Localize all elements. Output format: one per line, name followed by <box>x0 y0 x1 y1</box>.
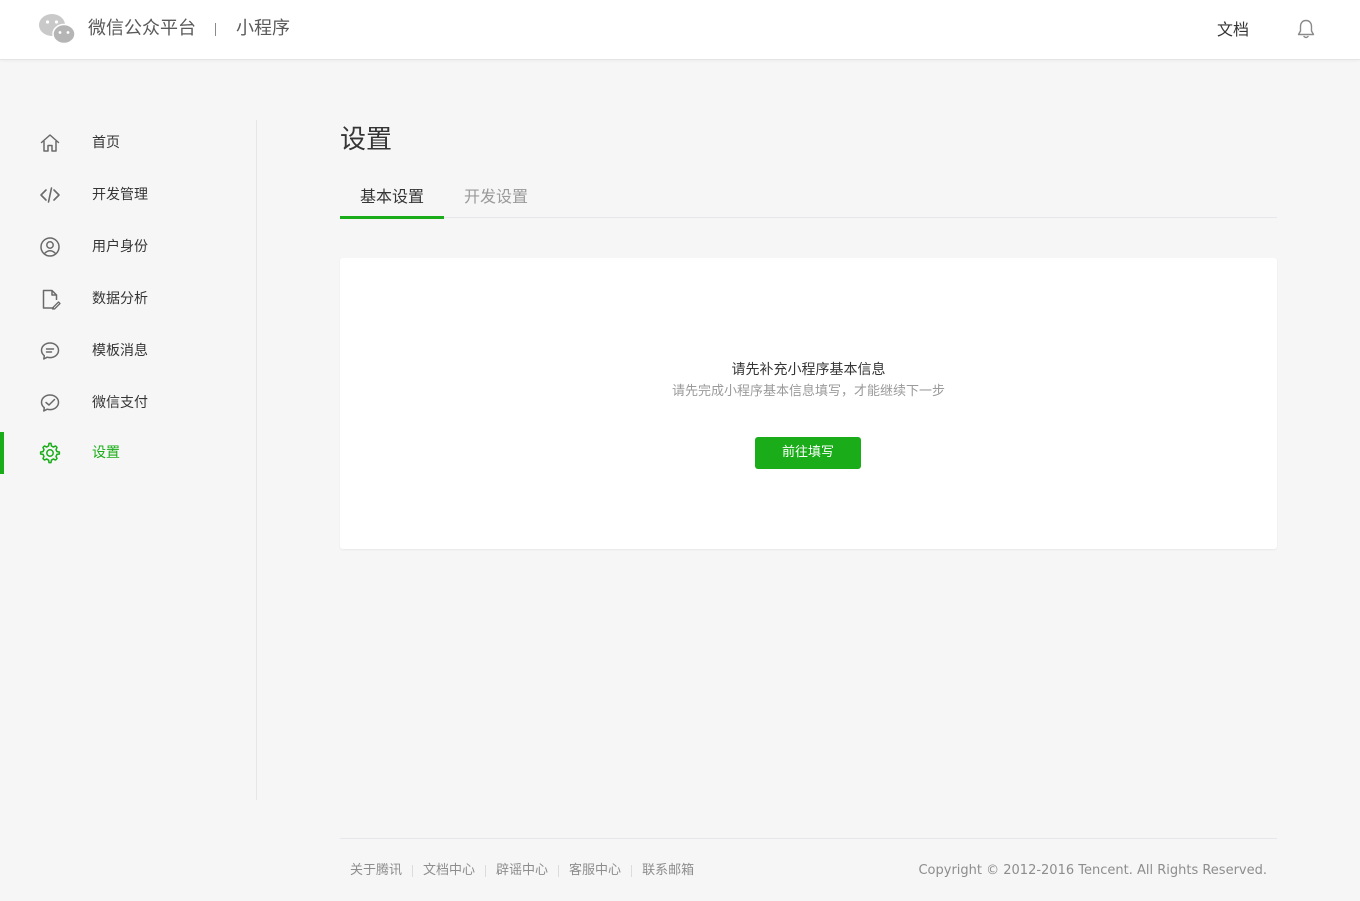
footer-link-contact-email[interactable]: 联系邮箱 <box>632 861 704 881</box>
code-icon <box>40 187 60 203</box>
page-title: 设置 <box>340 125 393 155</box>
page-footer: 关于腾讯 文档中心 辟谣中心 客服中心 联系邮箱 Copyright © 201… <box>340 838 1277 888</box>
brand-name[interactable]: 微信公众平台 <box>88 17 196 41</box>
go-fill-button[interactable]: 前往填写 <box>755 437 861 469</box>
docs-link[interactable]: 文档 <box>1217 18 1249 42</box>
card-description: 请先完成小程序基本信息填写，才能继续下一步 <box>671 384 945 399</box>
document-chart-icon <box>42 289 61 310</box>
info-required-card: 请先补充小程序基本信息 请先完成小程序基本信息填写，才能继续下一步 前往填写 <box>340 258 1277 549</box>
sidebar-item-wechat-pay[interactable]: 微信支付 <box>0 382 256 424</box>
tab-dev-settings[interactable]: 开发设置 <box>444 176 548 218</box>
copyright-text: Copyright © 2012-2016 Tencent. All Right… <box>918 863 1267 878</box>
sidebar-item-label: 模板消息 <box>92 343 148 359</box>
brand-subtitle: 小程序 <box>236 18 290 39</box>
chat-bubble-icon <box>40 342 60 360</box>
tab-basic-settings[interactable]: 基本设置 <box>340 176 444 219</box>
sidebar-item-data-analysis[interactable]: 数据分析 <box>0 278 256 320</box>
sidebar-item-settings[interactable]: 设置 <box>0 432 256 474</box>
sidebar-item-template-messages[interactable]: 模板消息 <box>0 330 256 372</box>
sidebar-item-user-identity[interactable]: 用户身份 <box>0 226 256 268</box>
sidebar: 首页 开发管理 用户身份 数据分析 模板消息 微信支付 设置 <box>0 120 257 800</box>
footer-link-about[interactable]: 关于腾讯 <box>340 861 412 881</box>
home-icon <box>40 134 60 152</box>
bell-icon[interactable] <box>1296 18 1316 40</box>
sidebar-item-home[interactable]: 首页 <box>0 122 256 164</box>
card-title: 请先补充小程序基本信息 <box>731 362 886 378</box>
sidebar-item-label: 开发管理 <box>92 187 148 203</box>
sidebar-item-label: 首页 <box>92 135 120 151</box>
footer-link-rumor-center[interactable]: 辟谣中心 <box>486 861 558 881</box>
sidebar-item-label: 设置 <box>92 445 120 461</box>
gear-icon <box>39 442 61 464</box>
wechat-logo-icon[interactable] <box>38 12 76 46</box>
sidebar-item-label: 用户身份 <box>92 239 148 255</box>
footer-links: 关于腾讯 文档中心 辟谣中心 客服中心 联系邮箱 <box>340 861 704 881</box>
settings-tabs: 基本设置 开发设置 <box>340 176 1277 219</box>
footer-link-docs-center[interactable]: 文档中心 <box>413 861 485 881</box>
footer-link-support-center[interactable]: 客服中心 <box>559 861 631 881</box>
sidebar-item-dev-management[interactable]: 开发管理 <box>0 174 256 216</box>
top-header: 微信公众平台 小程序 文档 <box>0 0 1360 60</box>
user-icon <box>40 237 60 257</box>
wechat-pay-icon <box>40 394 60 412</box>
sidebar-item-label: 数据分析 <box>92 291 148 307</box>
sidebar-item-label: 微信支付 <box>92 395 148 411</box>
brand-divider <box>215 23 216 36</box>
